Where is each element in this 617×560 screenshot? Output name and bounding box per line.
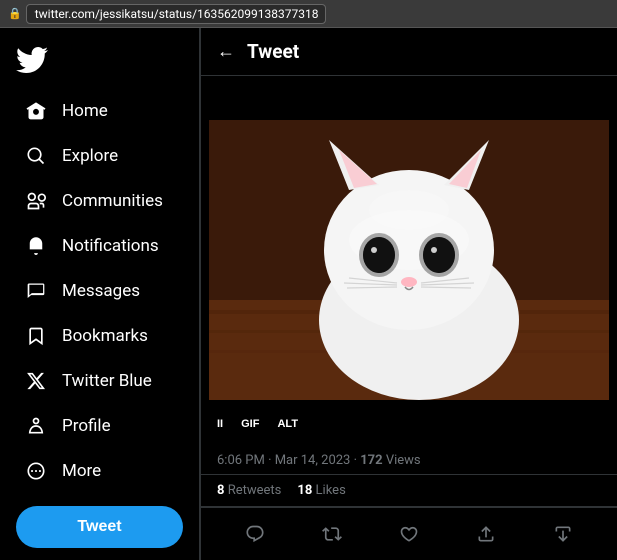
pause-button[interactable]: II bbox=[211, 415, 229, 433]
sidebar: Home Explore Communities Notifications bbox=[0, 28, 200, 560]
home-icon bbox=[24, 99, 48, 123]
reply-button[interactable] bbox=[237, 516, 273, 552]
retweet-count[interactable]: 8 Retweets bbox=[217, 483, 281, 498]
bookmarks-icon bbox=[24, 324, 48, 348]
sidebar-item-profile[interactable]: Profile bbox=[8, 404, 191, 448]
more-label: More bbox=[62, 461, 101, 481]
tweet-timestamp: 6:06 PM · Mar 14, 2023 · bbox=[217, 453, 360, 468]
gif-controls: II GIF ALT bbox=[211, 415, 304, 433]
sidebar-item-explore[interactable]: Explore bbox=[8, 134, 191, 178]
messages-icon bbox=[24, 279, 48, 303]
sidebar-item-messages[interactable]: Messages bbox=[8, 269, 191, 313]
sidebar-nav: Home Explore Communities Notifications bbox=[0, 88, 199, 494]
tweet-meta: 6:06 PM · Mar 14, 2023 · 172 Views bbox=[201, 443, 617, 475]
gif-label: GIF bbox=[235, 415, 265, 433]
tweet-actions bbox=[201, 507, 617, 560]
reply-icon bbox=[245, 524, 265, 544]
sidebar-item-home[interactable]: Home bbox=[8, 89, 191, 133]
twitter-blue-icon bbox=[24, 369, 48, 393]
notifications-label: Notifications bbox=[62, 236, 159, 256]
tweet-stats: 8 Retweets 18 Likes bbox=[201, 475, 617, 507]
back-button[interactable]: ← bbox=[217, 41, 235, 62]
tweet-views-count: 172 bbox=[360, 453, 382, 468]
content-title: Tweet bbox=[247, 40, 299, 63]
retweet-button[interactable] bbox=[314, 516, 350, 552]
retweet-icon bbox=[322, 524, 342, 544]
alt-button[interactable]: ALT bbox=[271, 415, 304, 433]
twitter-blue-label: Twitter Blue bbox=[62, 371, 152, 391]
share-button[interactable] bbox=[468, 516, 504, 552]
communities-icon bbox=[24, 189, 48, 213]
sidebar-item-twitter-blue[interactable]: Twitter Blue bbox=[8, 359, 191, 403]
url-display[interactable]: twitter.com/jessikatsu/status/1635620991… bbox=[26, 4, 326, 24]
content-area: ← Tweet bbox=[200, 28, 617, 560]
sidebar-item-bookmarks[interactable]: Bookmarks bbox=[8, 314, 191, 358]
tweet-image-container: II GIF ALT bbox=[201, 76, 617, 443]
sidebar-item-more[interactable]: More bbox=[8, 449, 191, 493]
sidebar-item-notifications[interactable]: Notifications bbox=[8, 224, 191, 268]
notifications-icon bbox=[24, 234, 48, 258]
lock-icon: 🔒 bbox=[8, 7, 22, 20]
like-icon bbox=[399, 524, 419, 544]
bookmarks-label: Bookmarks bbox=[62, 326, 148, 346]
address-bar: 🔒 twitter.com/jessikatsu/status/16356209… bbox=[0, 0, 617, 28]
likes-count[interactable]: 18 Likes bbox=[297, 483, 345, 498]
cat-image bbox=[201, 120, 617, 400]
explore-label: Explore bbox=[62, 146, 118, 166]
tweet-button[interactable]: Tweet bbox=[16, 506, 183, 548]
share-icon bbox=[476, 524, 496, 544]
main-layout: Home Explore Communities Notifications bbox=[0, 28, 617, 560]
sidebar-item-communities[interactable]: Communities bbox=[8, 179, 191, 223]
communities-label: Communities bbox=[62, 191, 163, 211]
twitter-bird-icon bbox=[16, 44, 48, 76]
messages-label: Messages bbox=[62, 281, 140, 301]
home-label: Home bbox=[62, 101, 108, 121]
download-icon bbox=[553, 524, 573, 544]
more-icon bbox=[24, 459, 48, 483]
content-header: ← Tweet bbox=[201, 28, 617, 76]
explore-icon bbox=[24, 144, 48, 168]
profile-label: Profile bbox=[62, 416, 111, 436]
tweet-views-label: Views bbox=[386, 453, 421, 468]
sidebar-user-footer[interactable]: Siddhartha Sama... @Sid_Beebom ··· bbox=[8, 556, 191, 560]
twitter-logo[interactable] bbox=[0, 36, 199, 84]
profile-icon bbox=[24, 414, 48, 438]
download-button[interactable] bbox=[545, 516, 581, 552]
like-button[interactable] bbox=[391, 516, 427, 552]
